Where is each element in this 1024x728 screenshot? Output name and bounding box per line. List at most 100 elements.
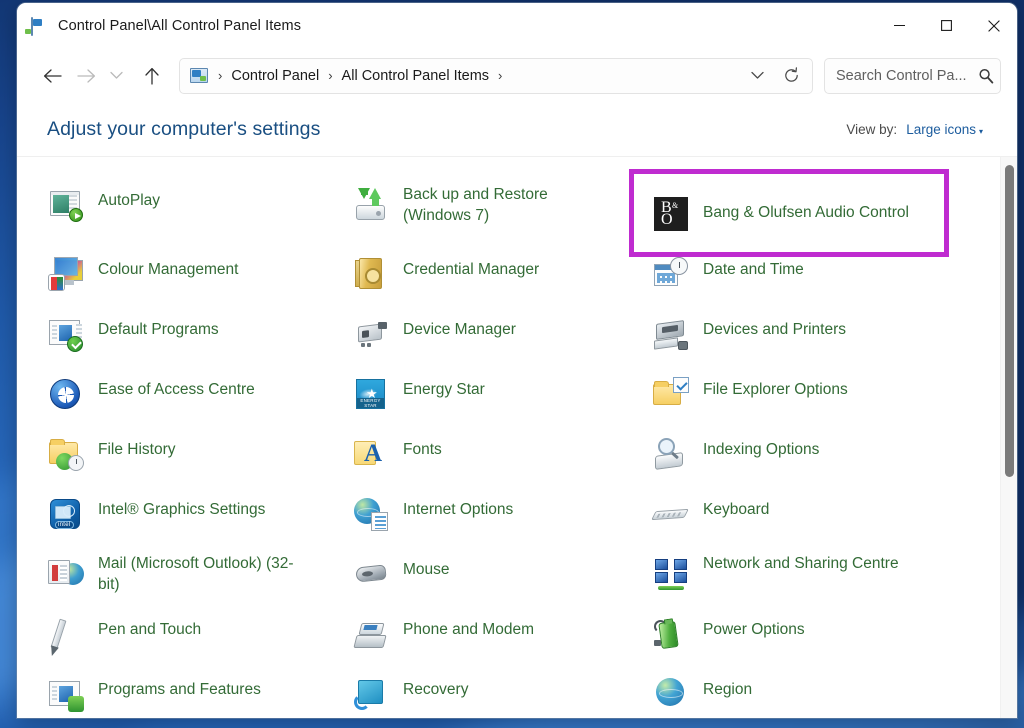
control-panel-item-label[interactable]: Recovery	[403, 674, 468, 701]
control-panel-item-label[interactable]: Network and Sharing Centre	[703, 554, 899, 575]
control-panel-item-label[interactable]: Energy Star	[403, 374, 485, 401]
control-panel-item[interactable]: Internet Options	[352, 492, 652, 552]
control-panel-item[interactable]: Credential Manager	[352, 252, 652, 312]
search-box[interactable]	[824, 57, 1001, 94]
control-panel-item[interactable]: Mouse	[352, 552, 652, 612]
pen-touch-icon	[47, 615, 85, 653]
scrollbar-thumb[interactable]	[1005, 165, 1014, 477]
default-programs-icon	[47, 315, 85, 353]
control-panel-item[interactable]: File History	[47, 432, 352, 492]
window-title: Control Panel\All Control Panel Items	[58, 17, 302, 34]
breadcrumb-item-control-panel[interactable]: Control Panel	[230, 65, 320, 87]
control-panel-item[interactable]: Devices and Printers	[652, 312, 1000, 372]
control-panel-item[interactable]: Programs and Features	[47, 672, 352, 718]
control-panel-item-label[interactable]: File History	[98, 434, 176, 461]
control-panel-item-label[interactable]: Mail (Microsoft Outlook) (32-bit)	[98, 554, 313, 595]
search-icon[interactable]	[978, 68, 994, 84]
up-button[interactable]	[135, 59, 169, 93]
region-icon	[652, 675, 690, 713]
control-panel-item[interactable]: Device Manager	[352, 312, 652, 372]
items-scroll-area: AutoPlay Back up and Restore (Windows 7) B…	[17, 157, 1000, 718]
mouse-icon	[352, 555, 390, 593]
control-panel-item-label[interactable]: Credential Manager	[403, 254, 539, 281]
control-panel-item-label[interactable]: Phone and Modem	[403, 614, 534, 641]
chevron-down-icon[interactable]	[740, 60, 774, 92]
control-panel-item[interactable]: Pen and Touch	[47, 612, 352, 672]
credential-manager-icon	[352, 255, 390, 293]
control-panel-item[interactable]: Back up and Restore (Windows 7)	[352, 183, 652, 243]
control-panel-item-label[interactable]: Ease of Access Centre	[98, 374, 255, 401]
control-panel-item-label[interactable]: Default Programs	[98, 314, 219, 341]
control-panel-item[interactable]: A Fonts	[352, 432, 652, 492]
control-panel-item-label[interactable]: Power Options	[703, 614, 805, 641]
control-panel-item[interactable]: Mail (Microsoft Outlook) (32-bit)	[47, 552, 352, 612]
refresh-icon[interactable]	[774, 60, 808, 92]
control-panel-item[interactable]: File Explorer Options	[652, 372, 1000, 432]
control-panel-item-label[interactable]: AutoPlay	[98, 185, 160, 212]
control-panel-item-label[interactable]: Fonts	[403, 434, 442, 461]
close-button[interactable]	[970, 3, 1017, 48]
maximize-button[interactable]	[923, 3, 970, 48]
control-panel-item-label[interactable]: Colour Management	[98, 254, 238, 281]
breadcrumb-item-all-control-panel-items[interactable]: All Control Panel Items	[341, 65, 490, 87]
minimize-button[interactable]	[876, 3, 923, 48]
back-button[interactable]	[35, 59, 69, 93]
ease-of-access-icon	[47, 375, 85, 413]
control-panel-item-label[interactable]: Region	[703, 674, 752, 701]
phone-modem-icon	[352, 615, 390, 653]
control-panel-item[interactable]: Date and Time	[652, 252, 1000, 312]
search-input[interactable]	[836, 67, 976, 84]
control-panel-item[interactable]: intel Intel® Graphics Settings	[47, 492, 352, 552]
control-panel-item-label[interactable]: File Explorer Options	[703, 374, 848, 401]
control-panel-item-label[interactable]: Pen and Touch	[98, 614, 201, 641]
breadcrumb-separator: ›	[498, 68, 503, 83]
control-panel-item-label[interactable]: Devices and Printers	[703, 314, 846, 341]
control-panel-item[interactable]: B & O Bang & Olufsen Audio Control	[629, 169, 949, 257]
control-panel-item[interactable]: ENERGY STAR Energy Star	[352, 372, 652, 432]
chevron-down-icon[interactable]: ▾	[979, 127, 983, 136]
intel-graphics-icon: intel	[47, 495, 85, 533]
heading-row: Adjust your computer's settings View by:…	[17, 103, 1017, 156]
content-area: AutoPlay Back up and Restore (Windows 7) B…	[17, 156, 1017, 718]
control-panel-item[interactable]: AutoPlay	[47, 183, 352, 243]
keyboard-icon	[651, 495, 690, 533]
control-panel-item[interactable]: Recovery	[352, 672, 652, 718]
control-panel-item[interactable]: Ease of Access Centre	[47, 372, 352, 432]
control-panel-item[interactable]: Region	[652, 672, 1000, 718]
navigation-bar: › Control Panel › All Control Panel Item…	[17, 48, 1017, 103]
control-panel-item-label[interactable]: Back up and Restore (Windows 7)	[403, 185, 618, 226]
control-panel-item[interactable]: Keyboard	[651, 492, 1000, 552]
control-panel-item-label[interactable]: Programs and Features	[98, 674, 261, 701]
control-panel-item-label[interactable]: Bang & Olufsen Audio Control	[703, 203, 909, 224]
control-panel-item-label[interactable]: Date and Time	[703, 254, 804, 281]
file-history-icon	[47, 435, 85, 473]
vertical-scrollbar[interactable]	[1000, 157, 1017, 718]
bang-olufsen-icon: B & O	[652, 195, 690, 233]
control-panel-item-label[interactable]: Device Manager	[403, 314, 516, 341]
control-panel-item-label[interactable]: Keyboard	[703, 494, 769, 521]
view-by-dropdown[interactable]: Large icons ▾	[906, 121, 983, 139]
forward-button[interactable]	[69, 59, 103, 93]
breadcrumb[interactable]: › Control Panel › All Control Panel Item…	[179, 57, 813, 94]
control-panel-item-label[interactable]: Indexing Options	[703, 434, 819, 461]
control-panel-item[interactable]: Indexing Options	[652, 432, 1000, 492]
power-options-icon	[652, 615, 690, 653]
control-panel-item[interactable]: Phone and Modem	[352, 612, 652, 672]
view-by-value[interactable]: Large icons	[906, 122, 976, 137]
page-title: Adjust your computer's settings	[47, 118, 321, 140]
backup-restore-icon	[352, 186, 390, 224]
breadcrumb-control-panel-icon[interactable]	[190, 68, 208, 83]
colour-management-icon	[47, 255, 85, 293]
energy-star-icon: ENERGY STAR	[352, 375, 390, 413]
control-panel-item-label[interactable]: Mouse	[403, 554, 450, 581]
control-panel-item[interactable]: Network and Sharing Centre	[652, 552, 1000, 612]
control-panel-item-label[interactable]: Intel® Graphics Settings	[98, 494, 265, 521]
date-time-icon	[652, 255, 690, 293]
recent-locations-button[interactable]	[103, 59, 129, 93]
control-panel-item[interactable]: Colour Management	[47, 252, 352, 312]
indexing-options-icon	[652, 435, 690, 473]
control-panel-item-label[interactable]: Internet Options	[403, 494, 513, 521]
control-panel-item[interactable]: Power Options	[652, 612, 1000, 672]
control-panel-item[interactable]: Default Programs	[47, 312, 352, 372]
view-by-control[interactable]: View by: Large icons ▾	[846, 121, 983, 139]
